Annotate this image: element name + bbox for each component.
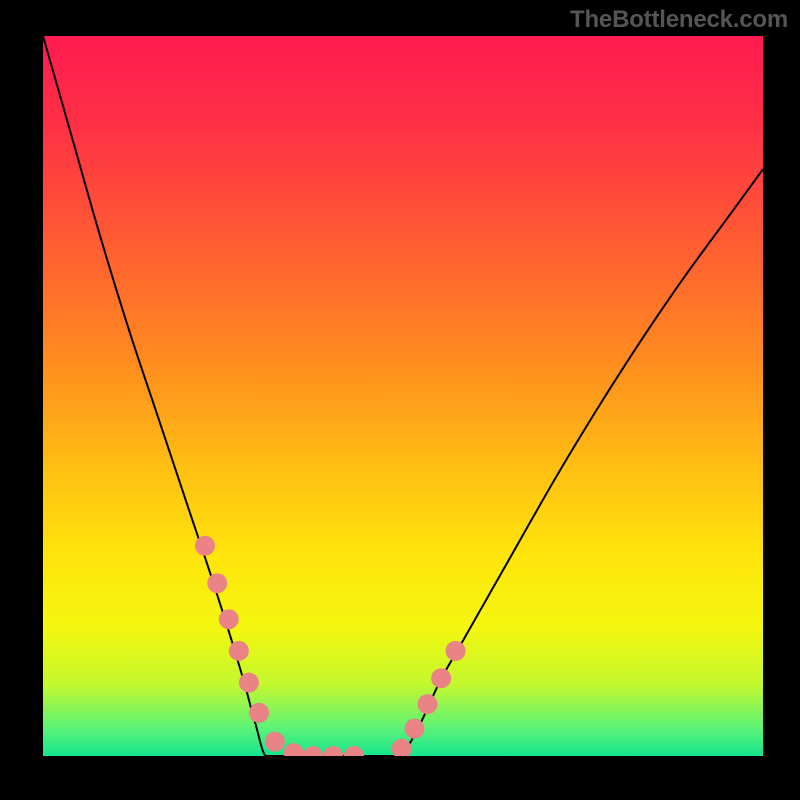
marker-dot bbox=[207, 573, 227, 593]
marker-dot bbox=[446, 641, 466, 661]
marker-dot bbox=[229, 641, 249, 661]
marker-dot bbox=[405, 719, 425, 739]
watermark-text: TheBottleneck.com bbox=[570, 6, 788, 34]
plot-area bbox=[43, 36, 763, 756]
marker-dot bbox=[249, 703, 269, 723]
marker-dot bbox=[431, 668, 451, 688]
marker-dot bbox=[239, 673, 259, 693]
marker-dot bbox=[265, 732, 285, 752]
marker-dot bbox=[417, 694, 437, 714]
chart-frame: TheBottleneck.com bbox=[0, 0, 800, 800]
plot-svg bbox=[43, 36, 763, 756]
marker-dot bbox=[219, 609, 239, 629]
marker-dot bbox=[195, 536, 215, 556]
